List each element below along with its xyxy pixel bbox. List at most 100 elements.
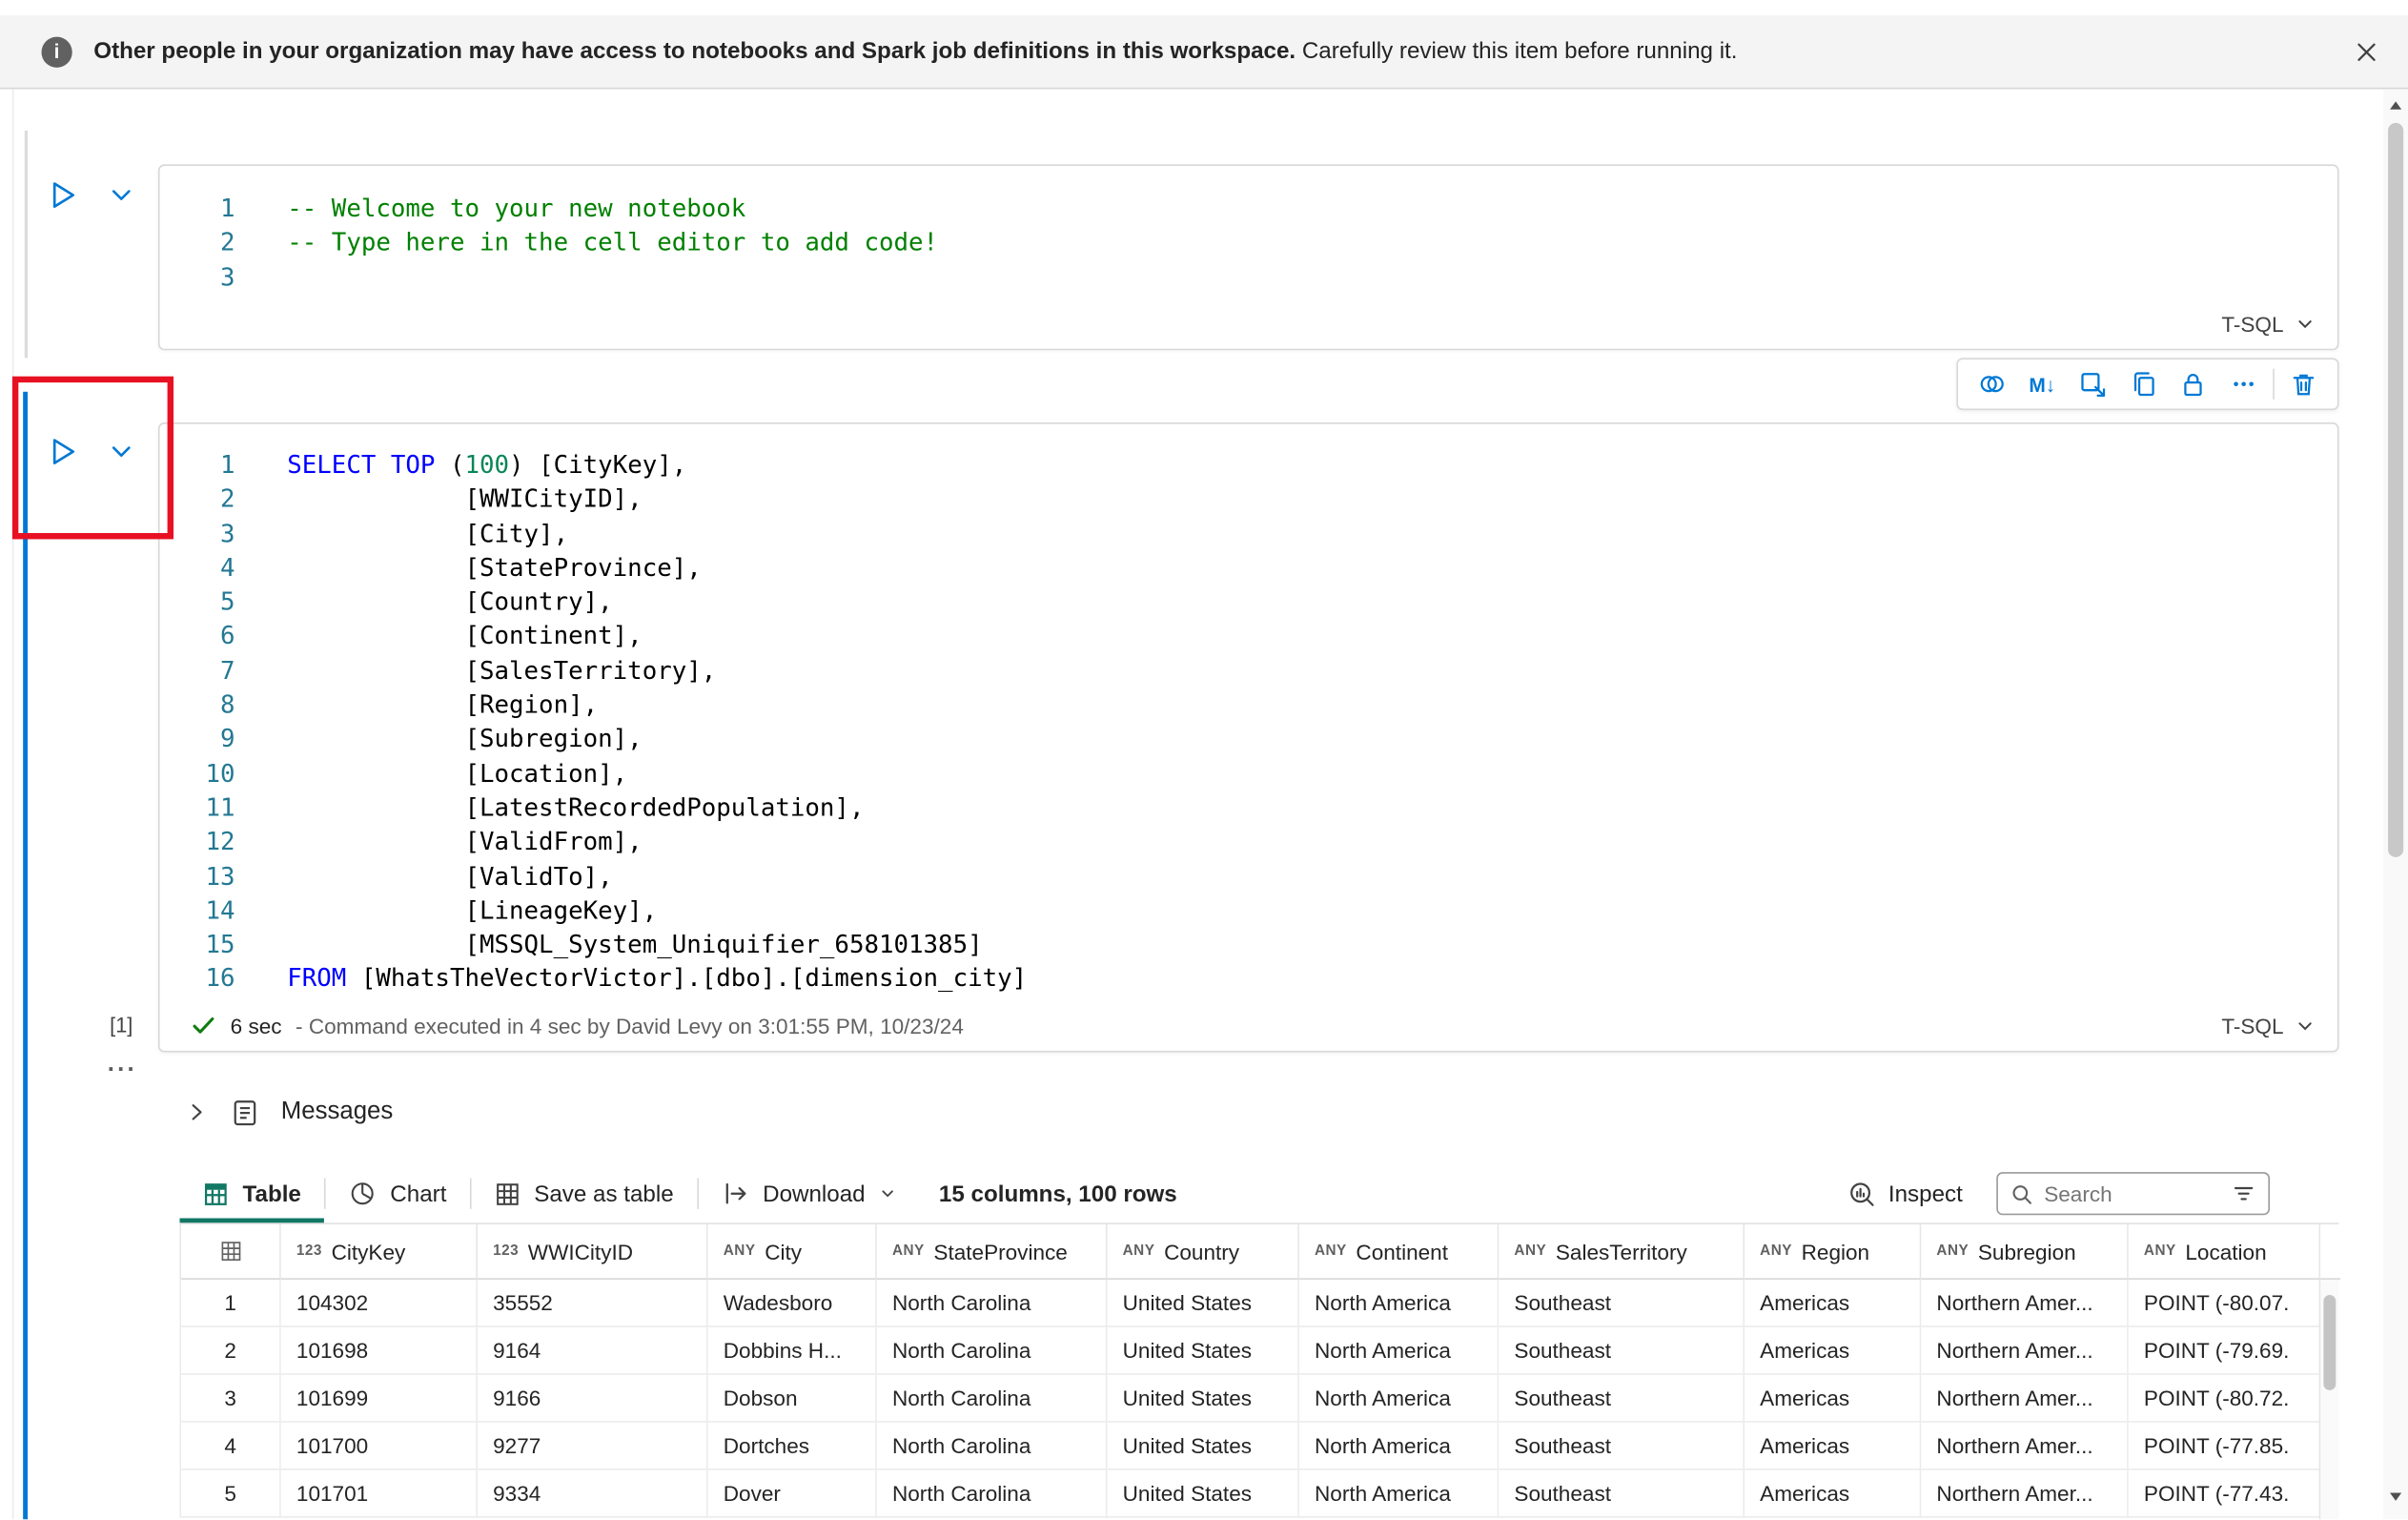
code-line[interactable]: 2 [WWICityID], <box>160 483 2337 517</box>
table-cell[interactable]: Southeast <box>1499 1374 1745 1423</box>
close-icon[interactable] <box>2343 29 2389 74</box>
table-cell[interactable]: Americas <box>1745 1279 1922 1327</box>
save-as-table-button[interactable]: Save as table <box>471 1181 697 1206</box>
row-number[interactable]: 4 <box>181 1422 281 1470</box>
table-cell[interactable]: Northern Amer... <box>1921 1374 2129 1423</box>
code-cell-1[interactable]: 1 -- Welcome to your new notebook 2 -- Type… <box>157 164 2339 351</box>
table-cell[interactable]: POINT (-77.43. <box>2128 1469 2321 1518</box>
table-cell[interactable]: Southeast <box>1499 1469 1745 1518</box>
code-line[interactable]: 2 -- Type here in the cell editor to add … <box>160 226 2337 260</box>
language-selector[interactable]: T-SQL <box>2221 1014 2316 1038</box>
search-input[interactable] <box>2044 1181 2221 1206</box>
column-header-CityKey[interactable]: 123 CityKey <box>280 1223 479 1280</box>
code-line[interactable]: 3 [City], <box>160 517 2337 551</box>
column-header-WWICityID[interactable]: 123 WWICityID <box>478 1223 708 1280</box>
convert-to-markdown-icon[interactable]: M↓ <box>2021 362 2064 405</box>
run-cell-button[interactable] <box>43 432 83 472</box>
table-cell[interactable]: POINT (-77.85. <box>2128 1422 2321 1470</box>
delete-cell-icon[interactable] <box>2282 362 2325 405</box>
add-cell-dots[interactable]: ... <box>108 1051 137 1078</box>
code-line[interactable]: 9 [Subregion], <box>160 723 2337 757</box>
tab-table[interactable]: Table <box>179 1164 324 1222</box>
code-line[interactable]: 1 -- Welcome to your new notebook <box>160 192 2337 226</box>
code-cell-2[interactable]: 1 SELECT TOP (100) [CityKey], 2 [WWICityID… <box>157 422 2339 1053</box>
table-cell[interactable]: Dobbins H... <box>707 1326 877 1375</box>
code-line[interactable]: 7 [SalesTerritory], <box>160 654 2337 688</box>
table-cell[interactable]: 101698 <box>280 1326 479 1375</box>
row-number[interactable]: 3 <box>181 1374 281 1423</box>
table-cell[interactable]: North America <box>1298 1469 1500 1518</box>
duplicate-cell-icon[interactable] <box>2122 362 2165 405</box>
table-cell[interactable]: 104302 <box>280 1279 479 1327</box>
messages-section-toggle[interactable]: Messages <box>184 1091 393 1134</box>
scrollbar-thumb[interactable] <box>2388 122 2404 857</box>
table-cell[interactable]: Dover <box>707 1469 877 1518</box>
tab-chart[interactable]: Chart <box>326 1164 470 1222</box>
table-cell[interactable]: 9334 <box>478 1469 708 1518</box>
table-cell[interactable]: Southeast <box>1499 1422 1745 1470</box>
table-cell[interactable]: United States <box>1107 1374 1299 1423</box>
select-all-icon[interactable] <box>181 1223 281 1280</box>
table-cell[interactable]: North America <box>1298 1326 1500 1375</box>
code-line[interactable]: 11 [LatestRecordedPopulation], <box>160 791 2337 826</box>
row-number[interactable]: 2 <box>181 1326 281 1375</box>
table-cell[interactable]: United States <box>1107 1326 1299 1375</box>
code-editor[interactable]: 1 SELECT TOP (100) [CityKey], 2 [WWICityID… <box>160 424 2337 996</box>
table-cell[interactable]: North America <box>1298 1279 1500 1327</box>
code-line[interactable]: 4 [StateProvince], <box>160 551 2337 585</box>
grid-scrollbar-thumb[interactable] <box>2323 1295 2337 1390</box>
table-cell[interactable]: Northern Amer... <box>1921 1279 2129 1327</box>
table-cell[interactable]: North Carolina <box>876 1469 1108 1518</box>
code-line[interactable]: 10 [Location], <box>160 757 2337 791</box>
code-line[interactable]: 6 [Continent], <box>160 620 2337 654</box>
scroll-down-icon[interactable] <box>2386 1486 2404 1513</box>
table-cell[interactable]: POINT (-80.07. <box>2128 1279 2321 1327</box>
download-button[interactable]: Download <box>698 1180 920 1207</box>
column-header-Region[interactable]: ANY Region <box>1745 1223 1922 1280</box>
collapse-cell-icon[interactable] <box>101 175 141 216</box>
table-cell[interactable]: Americas <box>1745 1469 1922 1518</box>
table-cell[interactable]: United States <box>1107 1279 1299 1327</box>
table-cell[interactable]: North America <box>1298 1374 1500 1423</box>
filter-icon[interactable] <box>2232 1181 2256 1206</box>
table-cell[interactable]: Dobson <box>707 1374 877 1423</box>
code-line[interactable]: 14 [LineageKey], <box>160 894 2337 928</box>
table-cell[interactable]: Southeast <box>1499 1326 1745 1375</box>
table-cell[interactable]: North Carolina <box>876 1374 1108 1423</box>
run-cell-button[interactable] <box>43 175 83 216</box>
code-line[interactable]: 1 SELECT TOP (100) [CityKey], <box>160 448 2337 483</box>
table-cell[interactable]: Dortches <box>707 1422 877 1470</box>
more-options-icon[interactable] <box>2222 362 2265 405</box>
table-cell[interactable]: North Carolina <box>876 1422 1108 1470</box>
table-cell[interactable]: POINT (-80.72. <box>2128 1374 2321 1423</box>
grid-vertical-scrollbar[interactable] <box>2318 1279 2339 1520</box>
table-cell[interactable]: 101701 <box>280 1469 479 1518</box>
scroll-up-icon[interactable] <box>2386 95 2404 123</box>
language-selector[interactable]: T-SQL <box>2221 312 2316 337</box>
table-cell[interactable]: 35552 <box>478 1279 708 1327</box>
column-header-City[interactable]: ANY City <box>707 1223 877 1280</box>
table-cell[interactable]: POINT (-79.69. <box>2128 1326 2321 1375</box>
table-cell[interactable]: 101699 <box>280 1374 479 1423</box>
code-editor[interactable]: 1 -- Welcome to your new notebook 2 -- Type… <box>160 166 2337 295</box>
code-line[interactable]: 12 [ValidFrom], <box>160 826 2337 860</box>
table-cell[interactable]: 9277 <box>478 1422 708 1470</box>
row-number[interactable]: 1 <box>181 1279 281 1327</box>
table-cell[interactable]: Northern Amer... <box>1921 1326 2129 1375</box>
code-line[interactable]: 13 [ValidTo], <box>160 859 2337 894</box>
lock-cell-icon[interactable] <box>2173 362 2215 405</box>
table-cell[interactable]: 101700 <box>280 1422 479 1470</box>
code-line[interactable]: 3 <box>160 260 2337 295</box>
row-number[interactable]: 5 <box>181 1469 281 1518</box>
column-header-Subregion[interactable]: ANY Subregion <box>1921 1223 2129 1280</box>
code-line[interactable]: 8 [Region], <box>160 688 2337 723</box>
table-cell[interactable]: Northern Amer... <box>1921 1469 2129 1518</box>
table-cell[interactable]: United States <box>1107 1469 1299 1518</box>
column-header-Continent[interactable]: ANY Continent <box>1298 1223 1500 1280</box>
column-header-Country[interactable]: ANY Country <box>1107 1223 1299 1280</box>
table-cell[interactable]: North Carolina <box>876 1326 1108 1375</box>
code-line[interactable]: 5 [Country], <box>160 585 2337 620</box>
table-cell[interactable]: Americas <box>1745 1422 1922 1470</box>
table-cell[interactable]: North Carolina <box>876 1279 1108 1327</box>
table-cell[interactable]: Americas <box>1745 1326 1922 1375</box>
